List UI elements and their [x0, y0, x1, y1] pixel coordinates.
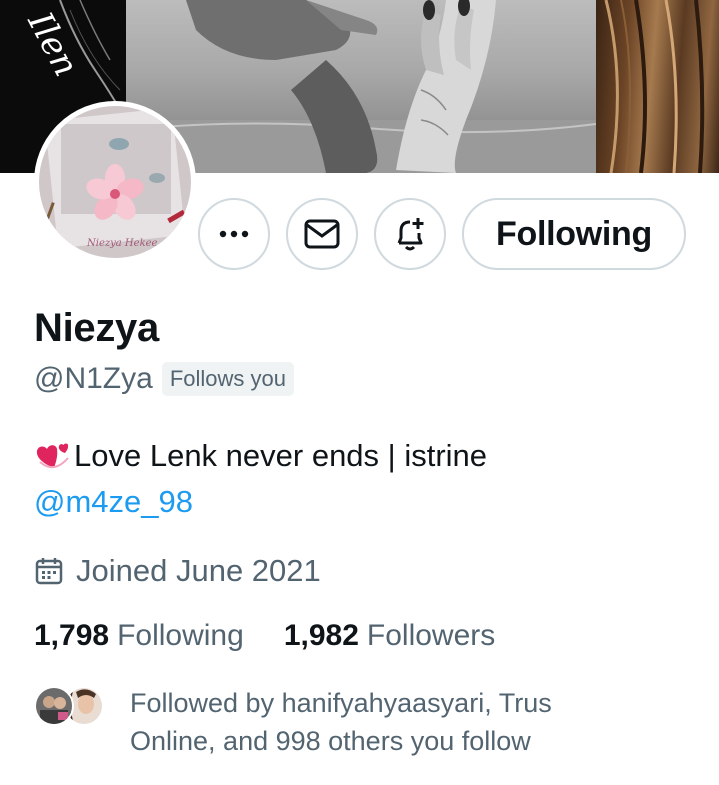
bio-text: Love Lenk never ends | istrine: [74, 438, 488, 473]
joined-date: Joined June 2021: [34, 553, 321, 589]
profile-bio: Love Lenk never ends | istrine: [34, 438, 487, 474]
svg-text:Ilen: Ilen: [19, 5, 86, 83]
display-name: Niezya: [34, 306, 159, 350]
follows-you-badge: Follows you: [161, 362, 294, 396]
followers-label: Followers: [366, 619, 496, 652]
followers-count: 1,982: [283, 619, 359, 652]
profile-avatar[interactable]: Niezya Hekee: [34, 101, 196, 263]
notify-button[interactable]: [374, 198, 446, 270]
handle-row: @N1Zya Follows you: [34, 362, 294, 396]
following-stat-link[interactable]: 1,798 Following: [34, 619, 244, 653]
svg-text:Niezya Hekee: Niezya Hekee: [86, 238, 158, 249]
calendar-icon: [35, 558, 63, 585]
joined-text: Joined June 2021: [76, 553, 321, 588]
following-label: Following: [117, 619, 244, 652]
envelope-icon: [304, 219, 340, 249]
followers-you-know[interactable]: Followed by hanifyahyaasyari, Trus Onlin…: [34, 684, 630, 760]
following-count: 1,798: [34, 619, 110, 652]
user-handle: @N1Zya: [34, 362, 153, 395]
bell-plus-icon: [397, 218, 424, 251]
follow-stats: 1,798 Following 1,982 Followers: [34, 619, 495, 653]
message-button[interactable]: [286, 198, 358, 270]
banner-hands-photo: [126, 0, 596, 173]
followers-stat-link[interactable]: 1,982 Followers: [284, 619, 495, 653]
mutual-avatars: [34, 686, 106, 726]
more-button[interactable]: [198, 198, 270, 270]
banner-hair-photo: [596, 0, 719, 173]
bio-mention-link[interactable]: @m4ze_98: [34, 484, 193, 520]
followed-by-text: Followed by hanifyahyaasyari, Trus Onlin…: [130, 688, 552, 756]
following-button[interactable]: Following: [462, 198, 686, 270]
ellipsis-icon: [219, 230, 249, 238]
revolving-hearts-icon: [36, 443, 69, 469]
mutual-avatar: [34, 686, 74, 726]
